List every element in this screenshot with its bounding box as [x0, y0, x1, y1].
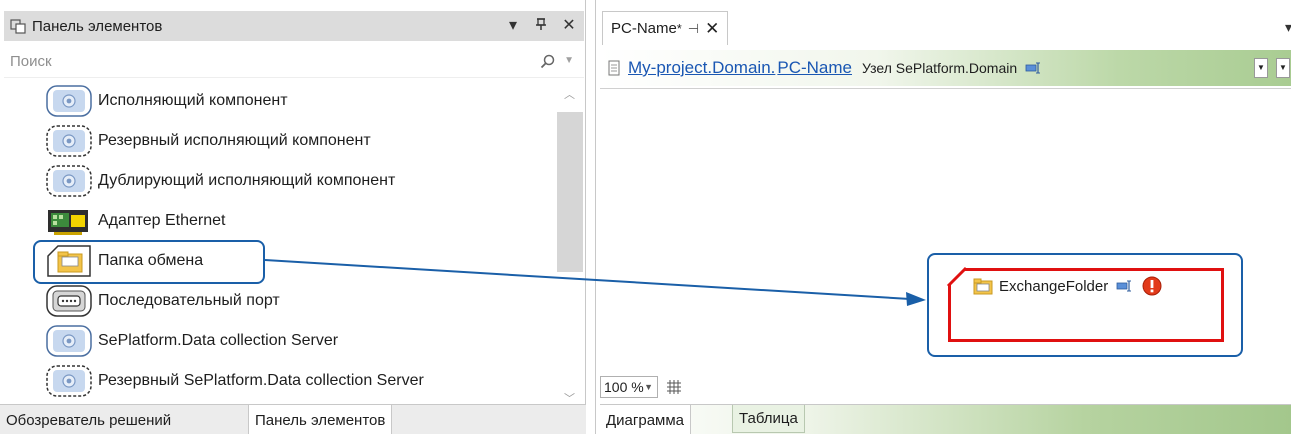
- zoom-value: 100 %: [604, 379, 644, 395]
- node-label: ExchangeFolder: [999, 277, 1109, 295]
- toolbox-item-label: Резервный SePlatform.Data collection Ser…: [98, 372, 424, 389]
- ethernet-adapter-icon: [48, 210, 88, 235]
- zoom-select[interactable]: 100 % ▼: [600, 376, 658, 398]
- pin-icon[interactable]: ⊣: [688, 21, 699, 37]
- toolbox-search-row: ▼: [4, 46, 584, 78]
- toolbox-panel: Панель элементов ▾ ✕ ▼ Исполняющий компо…: [0, 0, 586, 434]
- window-position-dropdown-icon[interactable]: ▾: [506, 18, 520, 34]
- tab-toolbox[interactable]: Панель элементов: [248, 405, 393, 434]
- tab-overflow-dropdown-icon[interactable]: ▾: [1285, 19, 1291, 36]
- toolbox-item-execution-component[interactable]: Исполняющий компонент: [46, 84, 288, 118]
- serial-port-icon: [46, 285, 92, 317]
- toolbox-scrollbar[interactable]: ︿ ﹀: [557, 84, 583, 406]
- tab-table[interactable]: Таблица: [732, 405, 805, 433]
- selected-item-highlight: [33, 240, 265, 284]
- tab-diagram[interactable]: Диаграмма: [600, 405, 692, 434]
- scroll-up-chevron-icon[interactable]: ︿: [564, 86, 575, 102]
- toolbox-item-duplicate-execution-component[interactable]: Дублирующий исполняющий компонент: [46, 164, 395, 198]
- toolbox-item-reserve-data-collection-server[interactable]: Резервный SePlatform.Data collection Ser…: [46, 364, 424, 398]
- toolbox-item-label: Исполняющий компонент: [98, 92, 288, 109]
- toolbox-item-label: SePlatform.Data collection Server: [98, 332, 339, 349]
- toolbox-item-label: Последовательный порт: [98, 292, 280, 309]
- document-panel: PC-Name * ⊣ ✕ ▾ My-project.Domain. PC-Na…: [595, 0, 1291, 434]
- modified-marker: *: [676, 21, 682, 36]
- breadcrumb: My-project.Domain. PC-Name Узел SePlatfo…: [600, 50, 1291, 86]
- toolbox-item-label: Дублирующий исполняющий компонент: [98, 172, 396, 189]
- exchange-folder-icon: [973, 278, 993, 295]
- error-icon[interactable]: [1142, 276, 1162, 296]
- close-tab-icon[interactable]: ✕: [705, 19, 719, 39]
- node-content: ExchangeFolder: [973, 276, 1162, 296]
- breadcrumb-link-domain[interactable]: My-project.Domain.: [628, 58, 775, 78]
- toolbox-title: Панель элементов: [32, 17, 163, 35]
- toolbox-icon: [10, 19, 26, 34]
- toolbox-item-reserve-execution-component[interactable]: Резервный исполняющий компонент: [46, 124, 371, 158]
- zoom-chevron-down-icon: ▼: [644, 382, 653, 392]
- tab-pc-name[interactable]: PC-Name * ⊣ ✕: [602, 11, 729, 45]
- page-icon: [608, 60, 620, 76]
- execution-component-icon: [46, 85, 92, 117]
- properties-icon[interactable]: [1116, 280, 1132, 292]
- node-corner-cut: [946, 266, 968, 288]
- search-input[interactable]: [10, 53, 510, 70]
- breadcrumb-link-pc-name[interactable]: PC-Name: [777, 58, 852, 78]
- breadcrumb-dropdown-2-icon[interactable]: ▼: [1276, 58, 1290, 78]
- close-icon[interactable]: ✕: [562, 18, 576, 34]
- toolbox-item-serial-port[interactable]: Последовательный порт: [46, 284, 280, 318]
- breadcrumb-dropdown-icon[interactable]: ▼: [1254, 58, 1268, 78]
- toolbox-item-data-collection-server[interactable]: SePlatform.Data collection Server: [46, 324, 338, 358]
- scrollbar-thumb[interactable]: [557, 112, 583, 272]
- duplicate-execution-component-icon: [46, 165, 92, 197]
- search-options-chevron-icon[interactable]: ▼: [564, 55, 574, 66]
- zoom-controls: 100 % ▼: [600, 374, 682, 400]
- document-tabstrip: PC-Name * ⊣ ✕ ▾: [596, 11, 1291, 45]
- autohide-pin-icon[interactable]: [534, 17, 548, 35]
- grid-icon[interactable]: [666, 379, 682, 395]
- properties-icon[interactable]: [1025, 62, 1041, 74]
- breadcrumb-type-label: Узел SePlatform.Domain: [862, 60, 1018, 76]
- toolbox-item-label: Адаптер Ethernet: [98, 212, 226, 229]
- toolbox-item-ethernet-adapter[interactable]: Адаптер Ethernet: [46, 204, 225, 238]
- view-tabs: Диаграмма Таблица: [600, 404, 1291, 434]
- toolbox-item-label: Резервный исполняющий компонент: [98, 132, 371, 149]
- toolbox-titlebar[interactable]: Панель элементов ▾ ✕: [4, 11, 584, 41]
- reserve-data-collection-server-icon: [46, 365, 92, 397]
- toolbox-bottom-tabs: Обозреватель решений Панель элементов: [0, 404, 586, 434]
- reserve-execution-component-icon: [46, 125, 92, 157]
- tab-solution-explorer[interactable]: Обозреватель решений: [0, 405, 177, 434]
- tab-title: PC-Name: [611, 20, 677, 37]
- data-collection-server-icon: [46, 325, 92, 357]
- search-icon[interactable]: [540, 54, 556, 70]
